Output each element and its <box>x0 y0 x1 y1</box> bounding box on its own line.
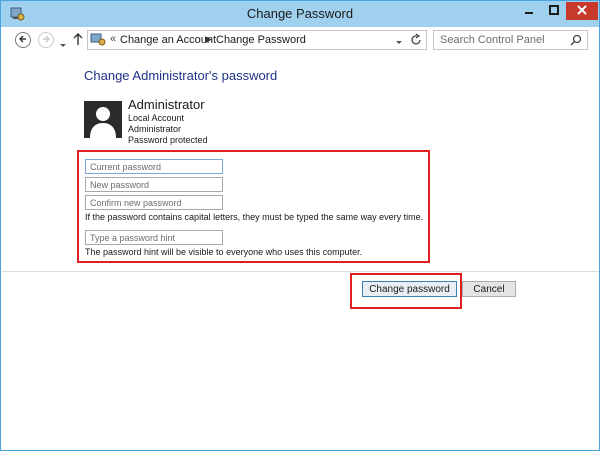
new-password-field[interactable] <box>85 177 223 192</box>
change-password-button[interactable]: Change password <box>362 281 457 297</box>
case-sensitivity-note: If the password contains capital letters… <box>85 212 424 222</box>
window-title: Change Password <box>246 6 354 21</box>
search-placeholder: Search Control Panel <box>440 34 545 46</box>
address-bar[interactable]: « Change an Account ▶ Change Password <box>87 30 427 50</box>
account-type: Local Account <box>128 113 185 123</box>
account-protection-status: Password protected <box>128 135 208 145</box>
hint-visibility-note: The password hint will be visible to eve… <box>85 247 363 257</box>
breadcrumb-overflow[interactable]: « <box>110 33 116 45</box>
current-password-field[interactable] <box>85 159 223 174</box>
forward-button[interactable] <box>38 32 54 48</box>
divider <box>2 271 599 272</box>
search-input[interactable]: Search Control Panel <box>433 30 588 50</box>
control-panel-icon <box>90 33 106 50</box>
password-hint-field[interactable] <box>85 230 223 245</box>
refresh-button[interactable] <box>410 33 422 50</box>
close-button[interactable] <box>566 2 598 20</box>
confirm-password-field[interactable] <box>85 195 223 210</box>
minimize-icon <box>524 2 534 20</box>
account-group: Administrator <box>128 124 182 134</box>
page-title: Change Administrator's password <box>84 68 278 83</box>
title-bar[interactable]: Change Password <box>1 1 599 27</box>
recent-pages-dropdown[interactable] <box>59 36 67 54</box>
breadcrumb-item-change-password[interactable]: Change Password <box>216 34 306 46</box>
back-button[interactable] <box>15 32 31 48</box>
back-arrow-icon <box>18 31 28 49</box>
cancel-button[interactable]: Cancel <box>462 281 516 297</box>
account-name: Administrator <box>128 97 205 112</box>
search-icon[interactable] <box>570 34 582 49</box>
change-password-window: Change Password « Change an Account ▶ Ch… <box>0 0 600 451</box>
forward-arrow-icon <box>41 31 51 49</box>
chevron-down-icon <box>59 36 67 53</box>
breadcrumb-separator-icon[interactable]: ▶ <box>205 34 212 45</box>
breadcrumb-item-change-account[interactable]: Change an Account <box>120 34 216 46</box>
minimize-button[interactable] <box>516 2 541 20</box>
maximize-button[interactable] <box>541 2 566 20</box>
refresh-icon <box>410 33 422 50</box>
address-dropdown[interactable] <box>395 37 403 49</box>
maximize-icon <box>548 2 559 20</box>
close-icon <box>577 2 587 20</box>
chevron-down-icon <box>395 37 403 49</box>
up-button[interactable] <box>73 32 83 51</box>
user-avatar-icon <box>84 101 122 138</box>
up-arrow-icon <box>73 33 83 50</box>
navigation-bar: « Change an Account ▶ Change Password Se… <box>1 27 599 54</box>
